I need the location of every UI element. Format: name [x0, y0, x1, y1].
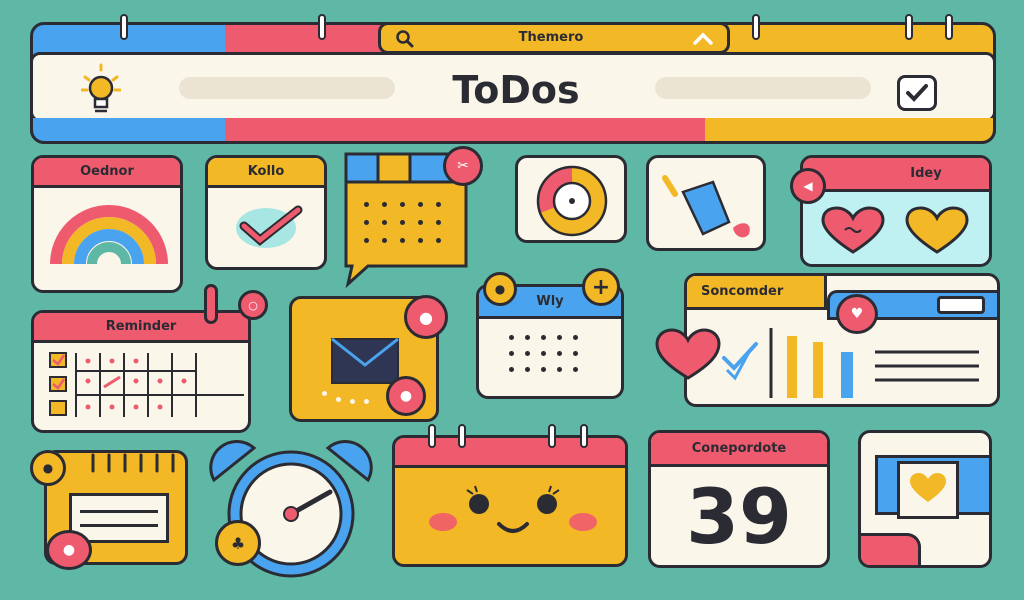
rainbow-icon [50, 200, 168, 268]
broom-icon [657, 164, 761, 248]
alarm-badge-icon[interactable]: ♣ [215, 520, 261, 566]
checkbox-icon[interactable] [897, 75, 937, 111]
search-icon [395, 29, 415, 53]
donut-chart-icon [532, 162, 612, 240]
header-panel: ToDos [30, 52, 996, 122]
notepad-spiral [87, 453, 183, 479]
lightbulb-icon [80, 63, 122, 115]
banner-pin [318, 14, 326, 40]
countdown-card-title: Conepordote [691, 441, 787, 456]
organizer-card[interactable]: Oednor [31, 155, 183, 293]
countdown-number: 39 [686, 472, 792, 561]
idea-card[interactable]: Idey [800, 155, 992, 267]
search-placeholder-bar[interactable] [179, 77, 395, 99]
banner-pin [945, 14, 953, 40]
hello-card[interactable]: Kollo [205, 155, 327, 270]
banner-bottom-frame [30, 118, 996, 144]
calendar-pin [580, 424, 588, 448]
photo-corner [861, 533, 921, 565]
scheduler-card-header: Soncomder [687, 276, 827, 310]
mail-badge-bottom-icon[interactable]: ● [386, 376, 426, 416]
donut-card[interactable] [515, 155, 627, 243]
heart-icon [821, 206, 885, 258]
notepad-badge-bottom-icon[interactable]: ● [46, 530, 92, 570]
window-minimize-icon[interactable] [937, 296, 985, 314]
page-title: ToDos [452, 68, 580, 112]
organizer-card-header: Oednor [34, 158, 180, 188]
reminder-card[interactable]: Reminder [31, 310, 251, 433]
smiley-calendar-icon [425, 484, 601, 552]
calendar-pin [428, 424, 436, 448]
organizer-card-title: Oednor [80, 164, 134, 179]
task-grid [48, 351, 244, 427]
reminder-badge-icon[interactable]: ○ [238, 290, 268, 320]
chevron-up-icon[interactable] [691, 29, 715, 53]
heart-badge-icon[interactable]: ♥ [836, 294, 878, 334]
heart-icon [905, 206, 969, 258]
banner-pin [905, 14, 913, 40]
scheduler-card-title: Soncomder [701, 284, 784, 299]
refresh-badge-icon[interactable]: ◀ [790, 168, 826, 204]
idea-card-header: Idey [803, 158, 989, 192]
calendar-pin [458, 424, 466, 448]
reminder-toggle[interactable] [204, 284, 218, 324]
search-label: Themero [518, 30, 584, 45]
countdown-card[interactable]: Conepordote 39 [648, 430, 830, 568]
banner-pin [752, 14, 760, 40]
checkmark-icon [230, 202, 310, 256]
mail-icon [330, 337, 400, 389]
mail-badge-top-icon[interactable]: ● [404, 295, 448, 339]
cleanup-card[interactable] [646, 155, 766, 251]
countdown-card-header: Conepordote [651, 433, 827, 467]
idea-card-title: Idey [910, 166, 942, 181]
add-icon[interactable]: + [582, 268, 620, 306]
hello-card-title: Kollo [247, 164, 285, 179]
banner-pin [120, 14, 128, 40]
scissors-badge-icon[interactable]: ✂ [443, 146, 483, 186]
calendar-pin [548, 424, 556, 448]
secondary-placeholder-bar[interactable] [655, 77, 871, 99]
reminder-card-title: Reminder [105, 319, 177, 334]
heart-icon [655, 328, 721, 384]
search-pill[interactable]: Themero [378, 22, 730, 54]
smiley-calendar-card[interactable] [392, 435, 628, 567]
photo-icon [897, 461, 959, 519]
notepad-badge-top-icon[interactable]: ● [30, 450, 66, 486]
photo-card[interactable] [858, 430, 992, 568]
checkmark-icon [720, 340, 760, 378]
weekly-badge-left-icon[interactable]: ● [483, 272, 517, 306]
weekly-card-title: Wly [536, 294, 564, 309]
hello-card-header: Kollo [208, 158, 324, 188]
